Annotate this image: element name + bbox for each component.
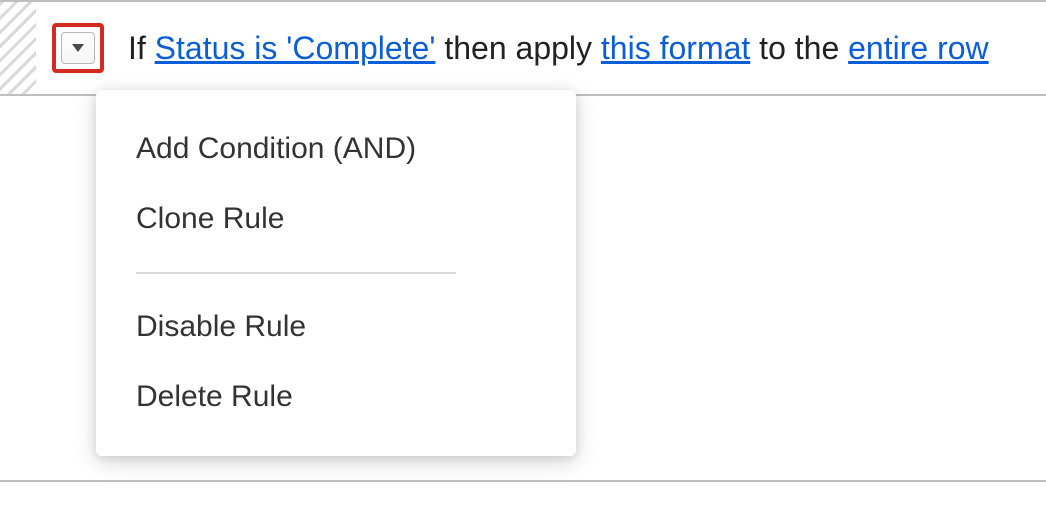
rule-description: If Status is 'Complete' then apply this … <box>128 30 989 67</box>
menu-item-clone-rule[interactable]: Clone Rule <box>96 184 576 254</box>
drag-handle-strip[interactable] <box>0 2 36 94</box>
rule-text-prefix: If <box>128 30 155 66</box>
rule-row: If Status is 'Complete' then apply this … <box>0 2 1046 96</box>
rule-context-menu: Add Condition (AND) Clone Rule Disable R… <box>96 90 576 456</box>
rule-text-middle-2: to the <box>750 30 848 66</box>
caret-down-icon <box>71 43 85 53</box>
menu-divider <box>136 272 456 274</box>
condition-link[interactable]: Status is 'Complete' <box>155 30 436 66</box>
menu-item-delete-rule[interactable]: Delete Rule <box>96 362 576 432</box>
scope-link[interactable]: entire row <box>848 30 989 66</box>
rule-menu-button[interactable] <box>52 23 104 73</box>
bottom-border <box>0 480 1046 482</box>
rule-menu-button-inner <box>61 32 95 64</box>
rule-text-middle-1: then apply <box>435 30 600 66</box>
format-link[interactable]: this format <box>601 30 750 66</box>
menu-item-add-condition[interactable]: Add Condition (AND) <box>96 114 576 184</box>
menu-item-disable-rule[interactable]: Disable Rule <box>96 292 576 362</box>
